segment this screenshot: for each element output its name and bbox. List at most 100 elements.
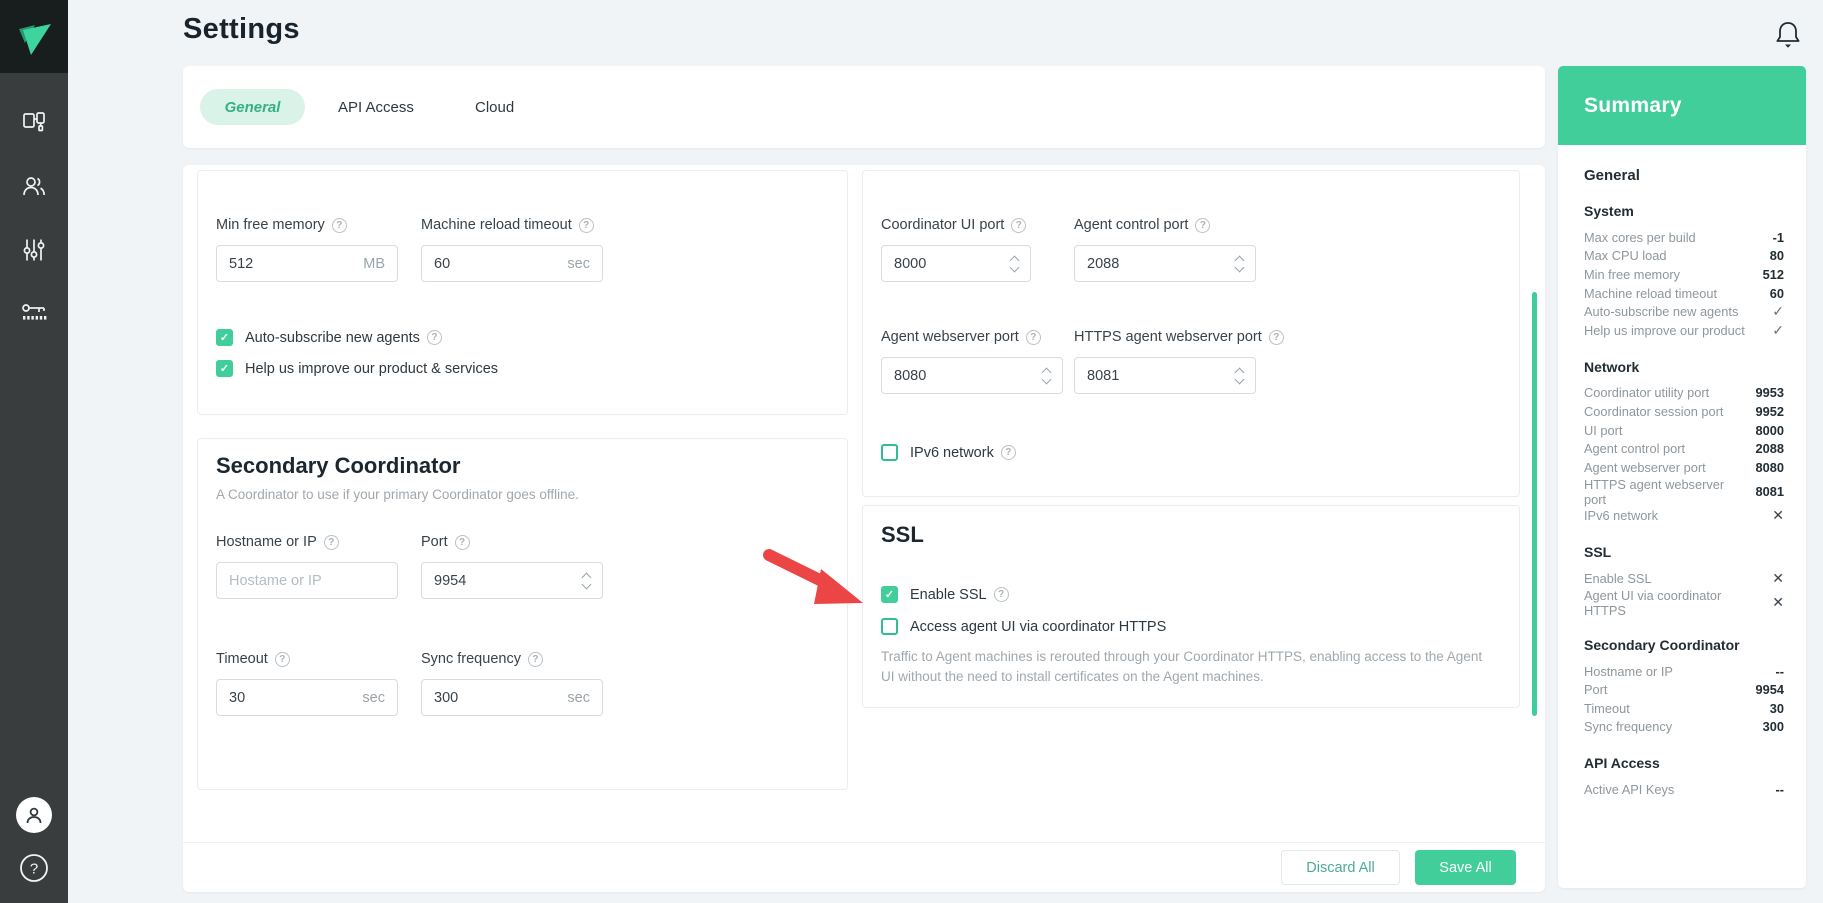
sync-frequency-input[interactable] <box>434 690 567 706</box>
settings-form-card: Min free memory? MB Machine reload timeo… <box>183 165 1545 892</box>
field-agent-webserver-port: Agent webserver port? <box>881 327 1074 394</box>
summary-row: Max cores per build -1 <box>1584 228 1784 247</box>
summary-row: Auto-subscribe new agents ✓ <box>1584 302 1784 321</box>
enable-ssl-checkbox[interactable] <box>881 586 898 603</box>
field-https-agent-webserver-port: HTTPS agent webserver port? <box>1074 327 1284 394</box>
stepper-arrows[interactable] <box>577 574 590 588</box>
summary-row: Max CPU load 80 <box>1584 247 1784 266</box>
summary-row: Min free memory 512 <box>1584 265 1784 284</box>
agent-webserver-port-input[interactable] <box>894 368 1037 384</box>
secondary-coordinator-title: Secondary Coordinator <box>216 453 829 479</box>
agent-ui-https-check-row: Access agent UI via coordinator HTTPS <box>881 618 1501 635</box>
discard-all-button[interactable]: Discard All <box>1281 850 1400 885</box>
sidebar-item-agents[interactable] <box>17 105 51 139</box>
coordinator-ui-port-input[interactable] <box>894 256 1005 272</box>
field-sync-frequency: Sync frequency? sec <box>421 649 603 716</box>
stepper-arrows[interactable] <box>1230 369 1243 383</box>
summary-group-general: General <box>1584 167 1784 184</box>
machine-reload-timeout-input[interactable] <box>434 256 567 272</box>
secondary-coordinator-panel: Secondary Coordinator A Coordinator to u… <box>197 438 848 790</box>
save-all-button[interactable]: Save All <box>1415 850 1516 885</box>
help-button[interactable]: ? <box>17 851 51 885</box>
field-timeout: Timeout? sec <box>216 649 421 716</box>
summary-title: Summary <box>1584 94 1682 118</box>
timeout-input[interactable] <box>229 690 362 706</box>
help-icon[interactable]: ? <box>455 535 470 550</box>
summary-row: Coordinator session port 9952 <box>1584 402 1784 421</box>
help-icon[interactable]: ? <box>427 330 442 345</box>
help-icon[interactable]: ? <box>579 218 594 233</box>
stepper-arrows[interactable] <box>1037 369 1050 383</box>
summary-section-secondary-coordinator: Secondary Coordinator Hostname or IP -- … <box>1584 637 1784 736</box>
field-coordinator-ui-port: Coordinator UI port? <box>881 215 1074 282</box>
page-title: Settings <box>183 13 300 46</box>
settings-sliders-icon <box>21 237 47 263</box>
agent-control-port-input[interactable] <box>1087 256 1230 272</box>
help-icon[interactable]: ? <box>1026 330 1041 345</box>
unit-suffix: sec <box>362 690 385 706</box>
key-icon <box>20 301 48 327</box>
summary-rows: Enable SSL ✕ Agent UI via coordinator HT… <box>1584 569 1784 618</box>
user-avatar[interactable] <box>16 797 52 833</box>
notifications-button[interactable] <box>1773 19 1803 51</box>
tab-cloud[interactable]: Cloud <box>475 89 514 125</box>
sidebar-item-settings[interactable] <box>17 233 51 267</box>
enable-ssl-check-row: Enable SSL? <box>881 586 1501 603</box>
agents-icon <box>21 109 47 135</box>
summary-rows: Max cores per build -1 Max CPU load 80 M… <box>1584 228 1784 340</box>
bell-icon <box>1773 19 1803 51</box>
help-icon[interactable]: ? <box>332 218 347 233</box>
help-icon[interactable]: ? <box>1001 445 1016 460</box>
auto-subscribe-checkbox[interactable] <box>216 329 233 346</box>
help-icon[interactable]: ? <box>275 652 290 667</box>
stepper-arrows[interactable] <box>1230 257 1243 271</box>
improve-product-checkbox[interactable] <box>216 360 233 377</box>
hostname-input[interactable] <box>229 573 385 589</box>
summary-rows: Hostname or IP -- Port 9954 Timeout 30 <box>1584 662 1784 736</box>
field-hostname: Hostname or IP? <box>216 532 421 599</box>
summary-row: Agent control port 2088 <box>1584 439 1784 458</box>
brand-logo-icon <box>13 15 55 59</box>
help-icon[interactable]: ? <box>324 535 339 550</box>
summary-panel: Summary General System Max cores per bui… <box>1558 66 1806 888</box>
sidebar-item-api-keys[interactable] <box>17 297 51 331</box>
summary-row: Enable SSL ✕ <box>1584 569 1784 588</box>
help-icon[interactable]: ? <box>528 652 543 667</box>
ssl-panel: SSL Enable SSL? Access agent UI via coor… <box>862 505 1520 708</box>
tab-general[interactable]: General <box>200 89 305 125</box>
summary-section-network: Network Coordinator utility port 9953 Co… <box>1584 359 1784 526</box>
summary-row: Machine reload timeout 60 <box>1584 284 1784 303</box>
ssl-title: SSL <box>881 522 1501 548</box>
min-free-memory-input[interactable] <box>229 256 363 272</box>
secondary-coordinator-description: A Coordinator to use if your primary Coo… <box>216 487 829 502</box>
network-panel: Coordinator UI port? Agent control port?… <box>862 170 1520 497</box>
summary-row: Help us improve our product ✓ <box>1584 321 1784 340</box>
tab-api-access[interactable]: API Access <box>338 89 414 125</box>
ssl-description: Traffic to Agent machines is rerouted th… <box>881 647 1496 686</box>
stepper-arrows[interactable] <box>1005 257 1018 271</box>
help-icon[interactable]: ? <box>994 587 1009 602</box>
summary-row: Active API Keys -- <box>1584 780 1784 799</box>
help-icon[interactable]: ? <box>1011 218 1026 233</box>
help-icon[interactable]: ? <box>1269 330 1284 345</box>
summary-row: HTTPS agent webserver port 8081 <box>1584 477 1784 507</box>
sidebar-item-users[interactable] <box>17 169 51 203</box>
svg-text:?: ? <box>30 861 38 878</box>
summary-row: Timeout 30 <box>1584 699 1784 718</box>
summary-rows: Coordinator utility port 9953 Coordinato… <box>1584 384 1784 526</box>
system-panel: Min free memory? MB Machine reload timeo… <box>197 170 848 415</box>
unit-suffix: sec <box>567 690 590 706</box>
summary-row: IPv6 network ✕ <box>1584 507 1784 526</box>
help-icon[interactable]: ? <box>1195 218 1210 233</box>
field-machine-reload-timeout: Machine reload timeout? sec <box>421 215 603 282</box>
secondary-port-input[interactable] <box>434 573 577 589</box>
ipv6-checkbox[interactable] <box>881 444 898 461</box>
scrollbar-thumb[interactable] <box>1532 292 1537 716</box>
summary-row: Sync frequency 300 <box>1584 718 1784 737</box>
https-agent-webserver-port-input[interactable] <box>1087 368 1230 384</box>
field-min-free-memory: Min free memory? MB <box>216 215 421 282</box>
agent-ui-https-checkbox[interactable] <box>881 618 898 635</box>
summary-row: UI port 8000 <box>1584 421 1784 440</box>
app-logo[interactable] <box>0 0 68 73</box>
unit-suffix: sec <box>567 256 590 272</box>
